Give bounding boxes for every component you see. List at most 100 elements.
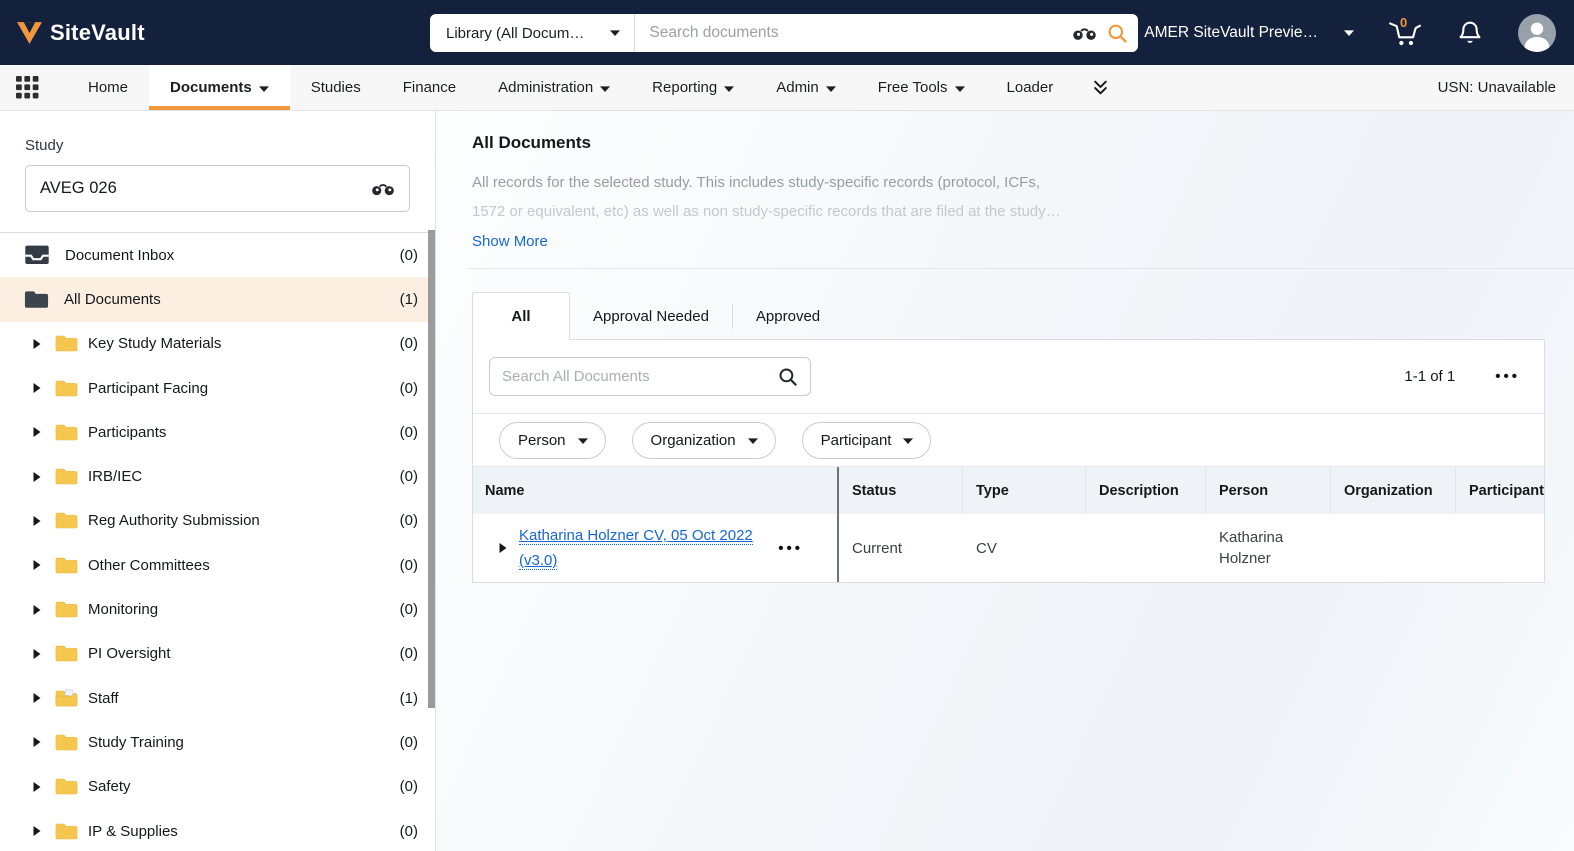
column-header-name[interactable]: Name [473, 467, 839, 514]
chevron-down-icon [955, 86, 965, 92]
cart-count-badge: 0 [1400, 15, 1407, 30]
app-grid-button[interactable] [0, 65, 67, 110]
header-right-cluster: AMER SiteVault Previe… 0 [1134, 14, 1574, 52]
chevron-down-icon [826, 86, 836, 92]
sidebar-item-irb-iec[interactable]: IRB/IEC (0) [0, 454, 435, 498]
expand-triangle-icon[interactable] [33, 736, 43, 748]
sidebar-scrollbar[interactable] [428, 230, 435, 708]
sidebar-item-label: Study Training [88, 734, 184, 751]
expand-triangle-icon[interactable] [33, 604, 43, 616]
sidebar-item-reg-authority-submission[interactable]: Reg Authority Submission (0) [0, 499, 435, 543]
list-search-box [489, 357, 811, 396]
expand-triangle-icon[interactable] [33, 426, 43, 438]
binoculars-icon[interactable] [371, 181, 395, 196]
list-actions-menu[interactable]: ••• [1495, 368, 1520, 385]
nav-item-home[interactable]: Home [67, 65, 149, 110]
main-content: All Documents All records for the select… [436, 111, 1574, 851]
folder-icon [55, 556, 78, 575]
sidebar-item-participants[interactable]: Participants (0) [0, 410, 435, 454]
sidebar-item-monitoring[interactable]: Monitoring (0) [0, 587, 435, 631]
tab-approval-needed[interactable]: Approval Needed [570, 292, 732, 340]
nav-item-documents[interactable]: Documents [149, 65, 290, 110]
list-search-input[interactable] [502, 368, 778, 385]
column-header-person[interactable]: Person [1206, 467, 1331, 514]
expand-triangle-icon[interactable] [499, 542, 507, 554]
sidebar-item-label: Safety [88, 778, 131, 795]
global-search-input[interactable] [635, 24, 1072, 42]
vault-selector[interactable]: AMER SiteVault Previe… [1144, 24, 1354, 42]
chevron-down-icon [903, 438, 913, 444]
expand-triangle-icon[interactable] [33, 382, 43, 394]
sidebar-item-safety[interactable]: Safety (0) [0, 765, 435, 809]
row-actions-menu[interactable]: ••• [778, 540, 803, 557]
column-header-participant[interactable]: Participant [1456, 467, 1544, 514]
expand-triangle-icon[interactable] [33, 648, 43, 660]
sidebar-item-count: (0) [400, 778, 418, 795]
app-logo[interactable]: SiteVault [0, 20, 145, 46]
nav-item-studies[interactable]: Studies [290, 65, 382, 110]
folder-dark-icon [24, 289, 49, 310]
nav-item-reporting[interactable]: Reporting [631, 65, 755, 110]
column-header-description[interactable]: Description [1086, 467, 1206, 514]
sidebar-item-label: Monitoring [88, 601, 158, 618]
filter-person[interactable]: Person [499, 422, 606, 459]
chevron-down-icon [578, 438, 588, 444]
sidebar-item-count: (0) [400, 601, 418, 618]
show-more-link[interactable]: Show More [472, 233, 548, 250]
sidebar-item-staff[interactable]: Staff (1) [0, 676, 435, 720]
study-input[interactable] [40, 179, 371, 198]
search-scope-label: Library (All Docum… [446, 25, 584, 42]
chevron-down-icon [724, 86, 734, 92]
more-tabs-button[interactable] [1074, 65, 1127, 110]
expand-triangle-icon[interactable] [33, 825, 43, 837]
user-menu-button[interactable] [1518, 14, 1556, 52]
sidebar-item-pi-oversight[interactable]: PI Oversight (0) [0, 632, 435, 676]
cell-description [1086, 514, 1206, 582]
expand-triangle-icon[interactable] [33, 471, 43, 483]
sidebar-item-key-study-materials[interactable]: Key Study Materials (0) [0, 322, 435, 366]
chevron-down-icon [610, 30, 620, 36]
binoculars-icon[interactable] [1072, 25, 1097, 41]
sidebar-item-participant-facing[interactable]: Participant Facing (0) [0, 366, 435, 410]
tab-all[interactable]: All [472, 292, 570, 340]
sidebar-item-all-documents[interactable]: All Documents (1) [0, 277, 435, 321]
nav-item-admin[interactable]: Admin [755, 65, 857, 110]
cart-button[interactable]: 0 [1388, 19, 1422, 47]
expand-triangle-icon[interactable] [33, 781, 43, 793]
tab-approved[interactable]: Approved [733, 292, 843, 340]
toolbar-right: 1-1 of 1 ••• [1404, 368, 1520, 385]
sidebar-item-study-training[interactable]: Study Training (0) [0, 720, 435, 764]
document-link[interactable]: Katharina Holzner CV, 05 Oct 2022 (v3.0) [519, 523, 759, 573]
sidebar-item-ip-and-supplies[interactable]: IP & Supplies (0) [0, 809, 435, 851]
sidebar-item-document-inbox[interactable]: Document Inbox (0) [0, 233, 435, 277]
folder-icon [55, 600, 78, 619]
expand-triangle-icon[interactable] [33, 515, 43, 527]
nav-item-finance[interactable]: Finance [382, 65, 477, 110]
sidebar-item-count: (1) [400, 291, 418, 308]
column-header-organization[interactable]: Organization [1331, 467, 1456, 514]
expand-triangle-icon[interactable] [33, 338, 43, 350]
sidebar-item-count: (0) [400, 424, 418, 441]
sidebar-item-label: Participants [88, 424, 166, 441]
notifications-button[interactable] [1456, 19, 1484, 47]
global-search-group: Library (All Docum… [430, 14, 1138, 52]
nav-item-free-tools[interactable]: Free Tools [857, 65, 986, 110]
sidebar-item-label: Participant Facing [88, 380, 208, 397]
sidebar-item-count: (0) [400, 823, 418, 840]
page-title: All Documents [472, 133, 1545, 153]
chevron-down-icon [1344, 30, 1354, 36]
sidebar-item-other-committees[interactable]: Other Committees (0) [0, 543, 435, 587]
sidebar-item-label: IRB/IEC [88, 468, 142, 485]
nav-item-loader[interactable]: Loader [986, 65, 1075, 110]
column-header-status[interactable]: Status [839, 467, 963, 514]
search-submit-icon[interactable] [1107, 23, 1128, 44]
column-header-type[interactable]: Type [963, 467, 1086, 514]
filter-organization[interactable]: Organization [632, 422, 776, 459]
chevron-down-icon [600, 86, 610, 92]
nav-item-administration[interactable]: Administration [477, 65, 631, 110]
search-icon[interactable] [778, 367, 798, 387]
expand-triangle-icon[interactable] [33, 559, 43, 571]
search-scope-dropdown[interactable]: Library (All Docum… [430, 14, 635, 52]
filter-participant[interactable]: Participant [802, 422, 932, 459]
expand-triangle-icon[interactable] [33, 692, 43, 704]
